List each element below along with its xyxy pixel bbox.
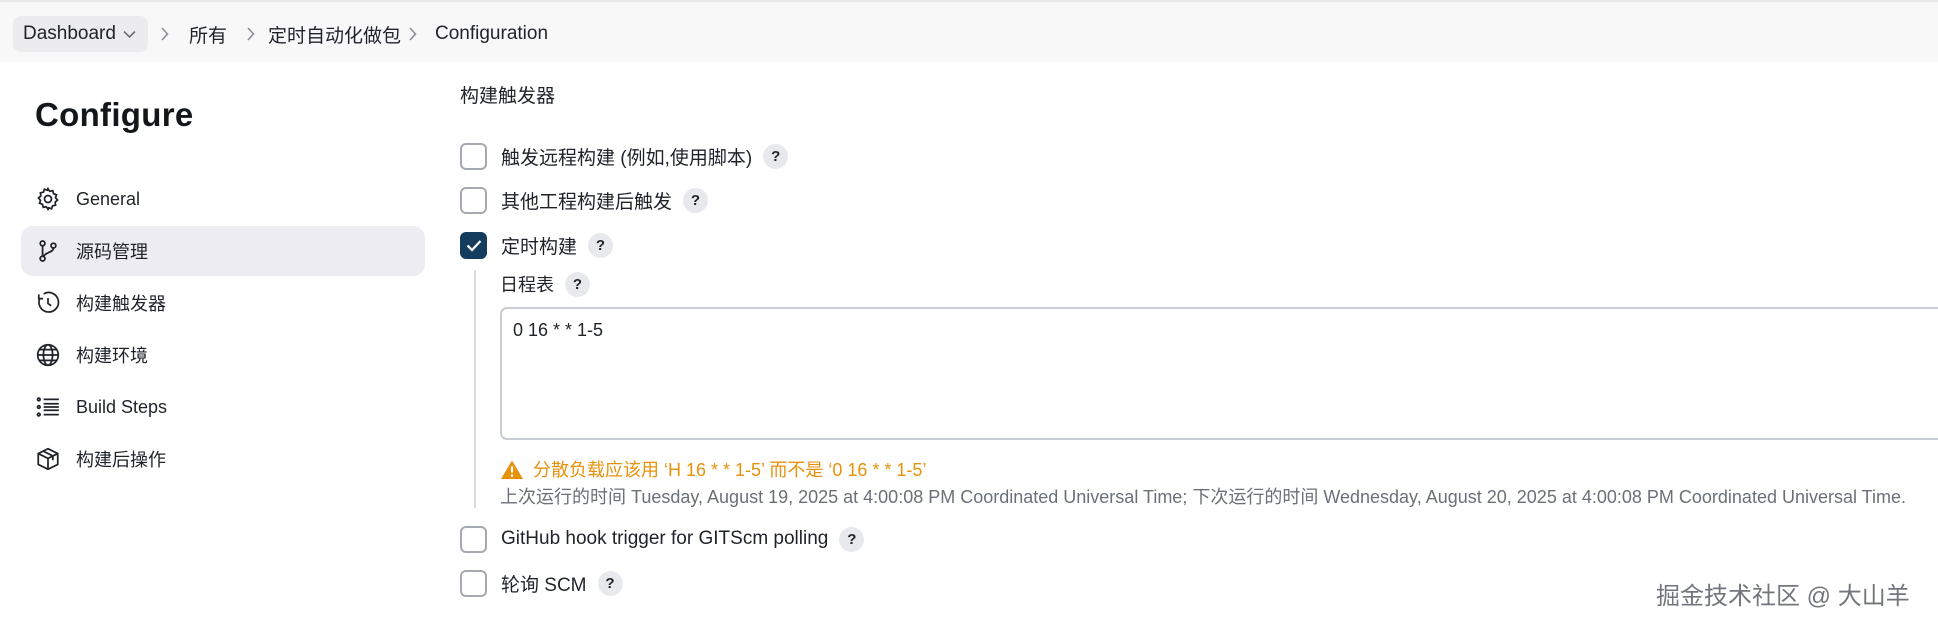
sidebar-item-label: General <box>76 188 141 209</box>
breadcrumb-job-label: 定时自动化做包 <box>268 25 402 47</box>
breadcrumb-all[interactable]: 所有 <box>189 16 227 52</box>
breadcrumb-current: Configuration <box>435 16 548 52</box>
sidebar-item-source-control[interactable]: 源码管理 <box>21 226 425 276</box>
poll-scm-checkbox[interactable] <box>460 569 487 597</box>
sidebar-item-post-build[interactable]: 构建后操作 <box>21 434 425 484</box>
help-icon[interactable]: ? <box>565 271 590 297</box>
chevron-down-icon[interactable] <box>123 30 136 39</box>
box-icon <box>34 445 62 473</box>
trigger-remote-build-option: 触发远程构建 (例如,使用脚本) ? <box>460 141 789 171</box>
sidebar-item-build-steps[interactable]: Build Steps <box>21 382 425 432</box>
sidebar-item-label: 构建后操作 <box>76 450 166 470</box>
breadcrumb-job[interactable]: 定时自动化做包 <box>268 16 401 52</box>
sidebar-item-label: 构建环境 <box>76 346 148 366</box>
clock-icon <box>34 289 62 317</box>
branch-icon <box>34 237 62 265</box>
watermark: 掘金技术社区 @ 大山羊 <box>1656 583 1910 610</box>
trigger-after-other-projects-option: 其他工程构建后触发 ? <box>460 185 709 215</box>
help-icon[interactable]: ? <box>763 143 789 169</box>
help-icon[interactable]: ? <box>839 526 865 552</box>
schedule-run-times: 上次运行的时间 Tuesday, August 19, 2025 at 4:00… <box>500 487 1907 507</box>
nested-section-divider <box>474 270 476 508</box>
remote-build-checkbox[interactable] <box>460 142 487 170</box>
chevron-right-icon <box>247 27 255 41</box>
schedule-label: 日程表 <box>500 275 554 295</box>
breadcrumb-all-label: 所有 <box>189 25 228 47</box>
breadcrumb: Dashboard 所有 定时自动化做包 Configuration <box>0 0 1938 62</box>
breadcrumb-dashboard-label: Dashboard <box>23 23 116 44</box>
sidebar-item-label: 构建触发器 <box>76 294 166 314</box>
schedule-warning: 分散负载应该用 ‘H 16 * * 1-5’ 而不是 ‘0 16 * * 1-5… <box>500 456 926 482</box>
trigger-periodic-build-option: 定时构建 ? <box>460 230 614 260</box>
schedule-label-row: 日程表 ? <box>500 271 590 297</box>
sidebar-item-label: 源码管理 <box>76 242 148 262</box>
gear-icon <box>34 185 62 213</box>
help-icon[interactable]: ? <box>683 187 709 213</box>
warning-text: 分散负载应该用 ‘H 16 * * 1-5’ 而不是 ‘0 16 * * 1-5… <box>533 460 927 480</box>
after-other-projects-checkbox[interactable] <box>460 186 487 214</box>
option-label: 其他工程构建后触发 <box>501 191 673 213</box>
chevron-right-icon <box>161 27 169 41</box>
trigger-github-hook-option: GitHub hook trigger for GITScm polling ? <box>460 524 865 554</box>
page-title: Configure <box>35 96 194 133</box>
section-title: 构建触发器 <box>460 86 556 107</box>
sidebar-item-build-triggers[interactable]: 构建触发器 <box>21 278 425 328</box>
checkmark-icon <box>466 239 481 252</box>
option-label: 轮询 SCM <box>501 574 587 596</box>
github-hook-checkbox[interactable] <box>460 525 487 553</box>
trigger-poll-scm-option: 轮询 SCM ? <box>460 568 623 598</box>
help-icon[interactable]: ? <box>597 570 623 596</box>
globe-icon <box>34 341 62 369</box>
option-label: 定时构建 <box>501 236 578 258</box>
sidebar-item-general[interactable]: General <box>21 174 425 224</box>
chevron-right-icon <box>409 27 417 41</box>
schedule-textarea[interactable]: 0 16 * * 1-5 <box>500 307 1938 440</box>
breadcrumb-current-label: Configuration <box>435 23 549 44</box>
list-icon <box>34 393 62 421</box>
sidebar-item-build-environment[interactable]: 构建环境 <box>21 330 425 380</box>
breadcrumb-dashboard[interactable]: Dashboard <box>13 16 148 52</box>
help-icon[interactable]: ? <box>588 232 614 258</box>
warning-icon <box>501 460 523 479</box>
sidebar-item-label: Build Steps <box>76 396 168 417</box>
option-label: GitHub hook trigger for GITScm polling <box>501 528 829 549</box>
periodic-build-checkbox[interactable] <box>460 231 487 259</box>
option-label: 触发远程构建 (例如,使用脚本) <box>501 147 753 169</box>
